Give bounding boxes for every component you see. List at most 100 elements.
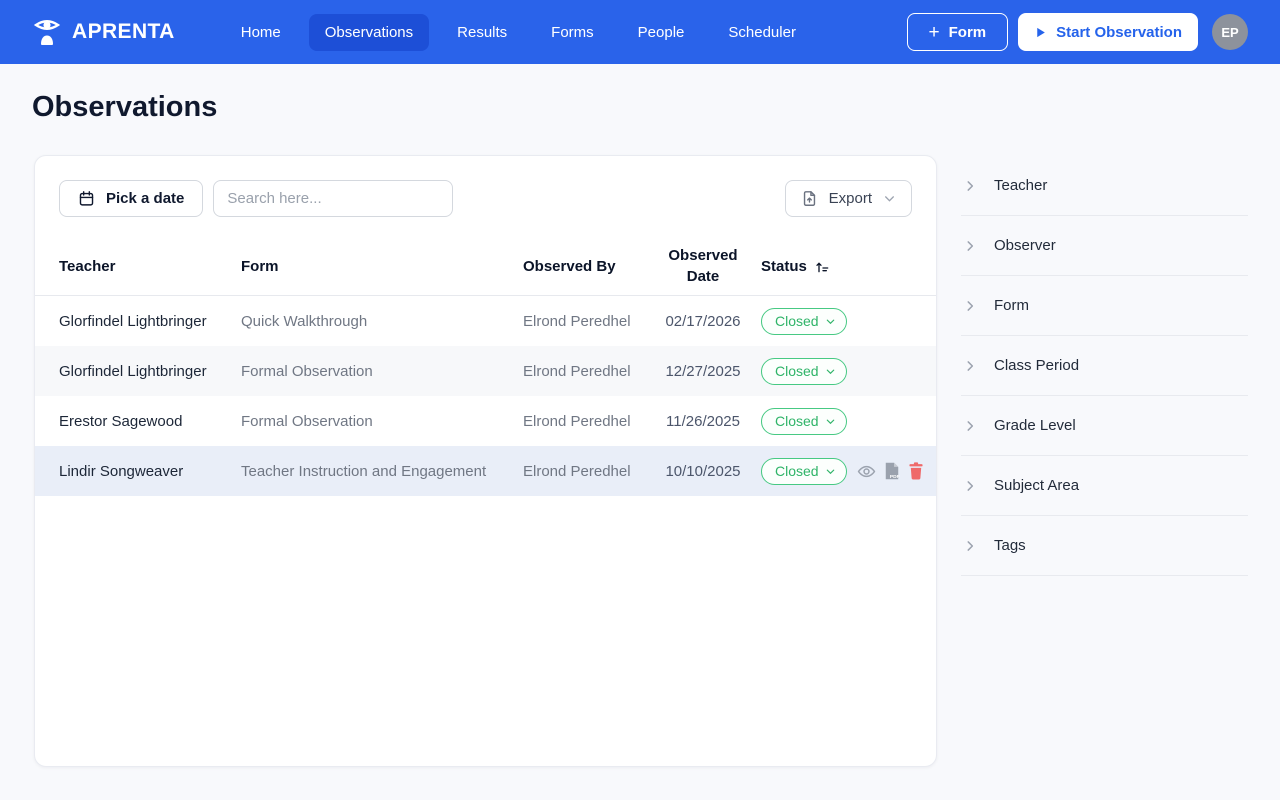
content: Pick a date Export Teacher bbox=[0, 155, 1280, 767]
chevron-down-icon bbox=[826, 419, 834, 424]
observations-table: Teacher Form Observed By Observed Date S… bbox=[35, 238, 936, 496]
filter-item-label: Tags bbox=[994, 537, 1026, 554]
nav-items: Home Observations Results Forms People Schedu… bbox=[225, 13, 812, 51]
navbar: APRENTA Home Observations Results Forms Peop… bbox=[0, 0, 1280, 64]
cell-observed-date: 12/27/2025 bbox=[665, 362, 741, 380]
delete-icon[interactable] bbox=[908, 462, 924, 480]
chevron-right-icon bbox=[963, 299, 977, 313]
cell-observed-by: Elrond Peredhel bbox=[523, 462, 631, 480]
brand-name: APRENTA bbox=[72, 20, 175, 43]
filter-item-label: Form bbox=[994, 297, 1029, 314]
header-observed-by[interactable]: Observed By bbox=[523, 258, 653, 275]
chevron-down-icon bbox=[826, 369, 834, 374]
add-form-button-label: Form bbox=[948, 23, 987, 41]
chevron-right-icon bbox=[963, 179, 977, 193]
cell-form: Formal Observation bbox=[241, 362, 373, 380]
export-label: Export bbox=[828, 190, 872, 207]
cell-observed-date: 11/26/2025 bbox=[666, 412, 740, 430]
start-observation-button[interactable]: Start Observation bbox=[1018, 13, 1198, 51]
status-badge-label: Closed bbox=[775, 313, 819, 329]
nav-item-observations[interactable]: Observations bbox=[308, 13, 430, 51]
chevron-right-icon bbox=[963, 419, 977, 433]
filter-item-subject-area[interactable]: Subject Area bbox=[961, 456, 1248, 516]
cell-form: Quick Walkthrough bbox=[241, 312, 368, 330]
search-input[interactable] bbox=[213, 180, 454, 217]
brand[interactable]: APRENTA bbox=[32, 16, 175, 48]
chevron-right-icon bbox=[963, 539, 977, 553]
status-badge-label: Closed bbox=[775, 363, 819, 379]
page-title: Observations bbox=[32, 91, 218, 123]
status-badge-label: Closed bbox=[775, 463, 819, 479]
cell-observed-by: Elrond Peredhel bbox=[523, 312, 631, 330]
table-body: Glorfindel Lightbringer Quick Walkthroug… bbox=[35, 296, 936, 496]
table-header-row: Teacher Form Observed By Observed Date S… bbox=[35, 238, 936, 296]
export-button[interactable]: Export bbox=[784, 180, 912, 217]
cell-observed-by: Elrond Peredhel bbox=[523, 362, 631, 380]
filter-item-class-period[interactable]: Class Period bbox=[961, 336, 1248, 396]
chevron-right-icon bbox=[963, 239, 977, 253]
table-row[interactable]: Lindir Songweaver Teacher Instruction an… bbox=[35, 446, 936, 496]
filter-item-observer[interactable]: Observer bbox=[961, 216, 1248, 276]
filter-item-label: Observer bbox=[994, 237, 1056, 254]
cell-observed-date: 10/10/2025 bbox=[665, 462, 741, 480]
table-row[interactable]: Erestor Sagewood Formal Observation Elro… bbox=[35, 396, 936, 446]
filter-item-teacher[interactable]: Teacher bbox=[961, 156, 1248, 216]
view-icon[interactable] bbox=[857, 462, 876, 481]
nav-item-forms[interactable]: Forms bbox=[535, 14, 610, 51]
nav-item-results[interactable]: Results bbox=[441, 14, 523, 51]
sort-ascending-icon[interactable] bbox=[814, 259, 830, 275]
chevron-right-icon bbox=[963, 479, 977, 493]
filters-sidebar: Teacher Observer Form Class Period Grade… bbox=[961, 155, 1248, 576]
cell-teacher: Lindir Songweaver bbox=[59, 462, 184, 480]
cell-teacher: Glorfindel Lightbringer bbox=[59, 362, 207, 380]
status-badge[interactable]: Closed bbox=[761, 407, 847, 435]
header-form[interactable]: Form bbox=[241, 258, 523, 275]
filter-item-form[interactable]: Form bbox=[961, 276, 1248, 336]
status-badge[interactable]: Closed bbox=[761, 457, 847, 485]
chevron-right-icon bbox=[963, 359, 977, 373]
filter-item-label: Class Period bbox=[994, 357, 1080, 374]
filter-item-label: Subject Area bbox=[994, 477, 1080, 494]
avatar-initials: EP bbox=[1221, 24, 1239, 40]
chevron-down-icon bbox=[826, 319, 834, 324]
filter-item-grade-level[interactable]: Grade Level bbox=[961, 396, 1248, 456]
observations-card: Pick a date Export Teacher bbox=[34, 155, 937, 767]
chevron-down-icon bbox=[883, 192, 896, 205]
plus-icon: + bbox=[928, 21, 940, 43]
cell-teacher: Erestor Sagewood bbox=[59, 412, 183, 430]
filter-item-tags[interactable]: Tags bbox=[961, 516, 1248, 576]
calendar-icon bbox=[78, 190, 95, 207]
nav-item-people[interactable]: People bbox=[622, 14, 701, 51]
row-actions: PDF bbox=[857, 462, 924, 481]
cell-status: Closed bbox=[753, 457, 857, 485]
cell-teacher: Glorfindel Lightbringer bbox=[59, 312, 207, 330]
table-row[interactable]: Glorfindel Lightbringer Formal Observati… bbox=[35, 346, 936, 396]
cell-status: Closed bbox=[753, 357, 857, 385]
cell-observed-by: Elrond Peredhel bbox=[523, 412, 631, 430]
export-pdf-icon[interactable]: PDF bbox=[884, 462, 900, 480]
nav-item-home[interactable]: Home bbox=[225, 14, 297, 51]
table-row[interactable]: Glorfindel Lightbringer Quick Walkthroug… bbox=[35, 296, 936, 346]
header-status-label: Status bbox=[761, 258, 807, 275]
cell-form: Teacher Instruction and Engagement bbox=[241, 462, 487, 480]
aprenta-logo-icon bbox=[32, 16, 62, 48]
navbar-actions: + Form Start Observation EP bbox=[906, 13, 1248, 51]
status-badge[interactable]: Closed bbox=[761, 307, 847, 335]
header-status[interactable]: Status bbox=[753, 258, 857, 275]
add-form-button[interactable]: + Form bbox=[906, 13, 1009, 51]
pick-date-button[interactable]: Pick a date bbox=[59, 180, 204, 217]
filter-item-label: Teacher bbox=[994, 177, 1048, 194]
toolbar: Pick a date Export bbox=[35, 156, 936, 217]
user-avatar[interactable]: EP bbox=[1212, 14, 1248, 50]
cell-status: Closed bbox=[753, 307, 857, 335]
svg-text:PDF: PDF bbox=[890, 474, 900, 480]
chevron-down-icon bbox=[826, 469, 834, 474]
cell-form: Formal Observation bbox=[241, 412, 373, 430]
header-teacher[interactable]: Teacher bbox=[59, 258, 241, 275]
cell-observed-date: 02/17/2026 bbox=[665, 312, 741, 330]
file-export-icon bbox=[801, 190, 818, 207]
nav-item-scheduler[interactable]: Scheduler bbox=[712, 14, 812, 51]
status-badge[interactable]: Closed bbox=[761, 357, 847, 385]
play-icon bbox=[1034, 26, 1047, 39]
header-observed-date[interactable]: Observed Date bbox=[653, 246, 753, 287]
